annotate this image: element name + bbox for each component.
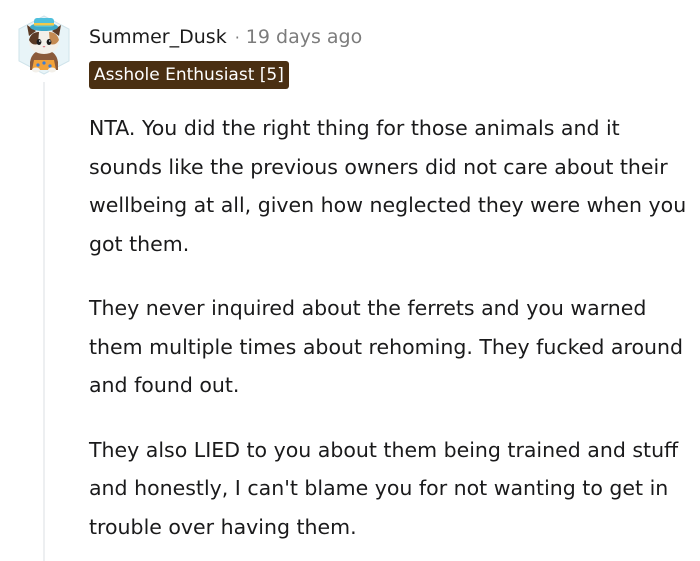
comment-meta: Summer_Dusk · 19 days ago: [89, 25, 362, 49]
thread-line[interactable]: [43, 82, 45, 561]
comment-body: NTA. You did the right thing for those a…: [89, 109, 695, 561]
comment-paragraph: NTA. You did the right thing for those a…: [89, 116, 687, 256]
meta-separator: ·: [234, 27, 240, 47]
timestamp-link[interactable]: 19 days ago: [246, 26, 362, 48]
snoo-cat-avatar-icon: [18, 15, 70, 75]
user-flair-badge: Asshole Enthusiast [5]: [89, 61, 289, 89]
comment-paragraph: They never inquired about the ferrets an…: [89, 296, 683, 397]
username-link[interactable]: Summer_Dusk: [89, 26, 227, 48]
comment-paragraph: They also LIED to you about them being t…: [89, 437, 679, 539]
comment: Summer_Dusk · 19 days ago Asshole Enthus…: [0, 0, 700, 561]
avatar[interactable]: [14, 12, 74, 78]
